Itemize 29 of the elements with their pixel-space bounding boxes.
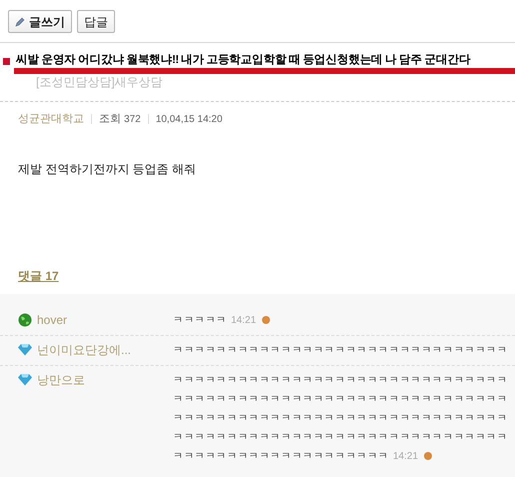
comments-link[interactable]: 댓글 17 xyxy=(18,268,59,282)
write-button[interactable]: 글쓰기 xyxy=(8,10,72,33)
comment-text: ㅋㅋㅋㅋㅋㅋㅋㅋㅋㅋㅋㅋㅋㅋㅋㅋㅋㅋㅋㅋㅋㅋㅋㅋㅋㅋㅋㅋㅋㅋㅋ xyxy=(173,430,508,444)
views-count: 372 xyxy=(124,112,141,127)
comment-time: 14:21 xyxy=(231,314,256,328)
pencil-icon xyxy=(15,16,25,26)
new-badge-icon xyxy=(262,316,270,324)
post-title: 씨발 운영자 어디갔냐 월북했냐!! 내가 고등학교입학할 때 등업신청했는데 나 담주 군대간다 xyxy=(16,53,470,68)
views-label: 조회 xyxy=(99,112,121,127)
commenter-name[interactable]: 넌이미요단강에... xyxy=(37,340,132,358)
diamond-icon xyxy=(18,342,32,356)
comment-text: ㅋㅋㅋㅋㅋㅋㅋㅋㅋㅋㅋㅋㅋㅋㅋㅋㅋㅋㅋㅋㅋㅋㅋㅋㅋㅋㅋㅋㅋㅋㅋ xyxy=(173,392,508,406)
comment-time: 14:21 xyxy=(393,450,418,464)
comment-text: ㅋㅋㅋㅋㅋㅋㅋㅋㅋㅋㅋㅋㅋㅋㅋㅋㅋㅋㅋㅋㅋㅋㅋㅋㅋㅋㅋㅋㅋㅋㅋ xyxy=(173,374,508,388)
bullet-icon xyxy=(3,58,10,64)
comment-text: ㅋㅋㅋㅋㅋㅋㅋㅋㅋㅋㅋㅋㅋㅋㅋㅋㅋㅋㅋㅋㅋㅋㅋㅋㅋㅋㅋㅋㅋㅋㅋ xyxy=(173,344,508,358)
category-label: [조성민담상담]새우상담 xyxy=(36,75,163,89)
reply-button[interactable]: 답글 xyxy=(77,10,115,33)
commenter-name[interactable]: hover xyxy=(37,310,68,328)
new-badge-icon xyxy=(424,452,432,460)
post-date: 10,04,15 14:20 xyxy=(156,112,222,127)
author-name[interactable]: 성균관대학교 xyxy=(18,111,84,128)
globe-icon xyxy=(18,312,32,326)
diamond-icon xyxy=(18,372,32,386)
post-body: 제발 전역하기전까지 등업좀 해줘 xyxy=(18,162,196,176)
commenter-name[interactable]: 낭만으로 xyxy=(37,370,85,388)
comment-text: ㅋㅋㅋㅋㅋㅋㅋㅋㅋㅋㅋㅋㅋㅋㅋㅋㅋㅋㅋㅋ xyxy=(173,450,389,464)
comment-text: ㅋㅋㅋㅋㅋ xyxy=(173,314,227,328)
comment-text: ㅋㅋㅋㅋㅋㅋㅋㅋㅋㅋㅋㅋㅋㅋㅋㅋㅋㅋㅋㅋㅋㅋㅋㅋㅋㅋㅋㅋㅋㅋㅋ xyxy=(173,412,508,426)
